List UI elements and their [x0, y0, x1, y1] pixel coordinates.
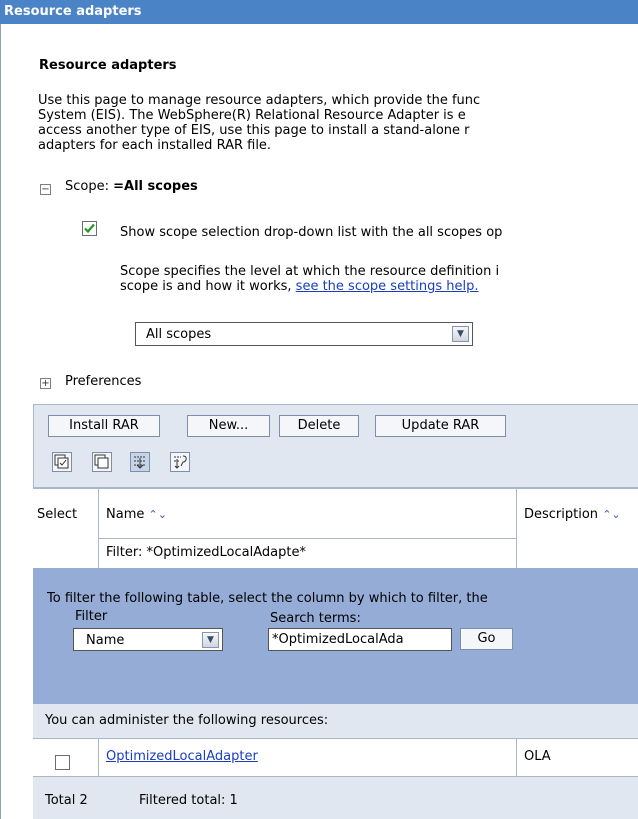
description-line-4: adapters for each installed RAR file. — [38, 138, 272, 153]
description-line-2: System (EIS). The WebSphere(R) Relationa… — [38, 108, 466, 123]
new-button[interactable]: New... — [187, 415, 270, 437]
scope-help-line-1: Scope specifies the level at which the r… — [120, 264, 500, 279]
install-rar-button[interactable]: Install RAR — [48, 415, 160, 437]
show-scope-checkbox[interactable] — [82, 221, 97, 236]
expand-preferences-icon[interactable]: + — [40, 378, 51, 389]
filter-panel: To filter the following table, select th… — [33, 568, 638, 704]
column-divider — [516, 738, 517, 776]
filter-column-value: Name — [86, 633, 125, 648]
scope-value: =All scopes — [113, 179, 198, 194]
filter-column-label: Filter — [75, 609, 108, 624]
scope-row: Scope: =All scopes — [65, 179, 198, 194]
select-all-icon[interactable] — [52, 452, 72, 472]
filter-preferences-icon[interactable] — [170, 452, 190, 472]
scope-help-line-2: scope is and how it works, see the scope… — [120, 279, 479, 294]
search-terms-value: *OptimizedLocalAda — [272, 632, 404, 647]
filter-summary-divider — [98, 538, 516, 539]
delete-button[interactable]: Delete — [279, 415, 359, 437]
name-column-label: Name — [106, 507, 145, 522]
scope-help-link[interactable]: see the scope settings help. — [296, 279, 479, 294]
chevron-down-icon[interactable]: ▼ — [202, 632, 219, 648]
column-divider — [98, 738, 99, 776]
window-title: Resource adapters — [0, 0, 638, 24]
sort-icon[interactable]: ⌃⌄ — [149, 508, 167, 521]
sort-icon[interactable]: ⌃⌄ — [602, 508, 620, 521]
resource-adapter-description: OLA — [524, 749, 551, 764]
search-terms-input[interactable]: *OptimizedLocalAda — [268, 628, 452, 651]
table-toolbar: Install RAR New... Delete Update RAR — [33, 404, 638, 488]
description-column-header[interactable]: Description ⌃⌄ — [524, 507, 621, 522]
table-row-divider — [33, 738, 638, 739]
row-select-checkbox[interactable] — [55, 755, 70, 770]
description-line-1: Use this page to manage resource adapter… — [38, 93, 481, 108]
collapse-scope-icon[interactable]: − — [40, 184, 51, 195]
scope-select-value: All scopes — [146, 327, 212, 342]
total-count: Total 2 — [45, 793, 88, 808]
table-footer: Total 2 Filtered total: 1 — [33, 777, 638, 819]
scope-select[interactable]: All scopes ▼ — [135, 322, 473, 346]
chevron-down-icon[interactable]: ▼ — [452, 326, 469, 342]
description-line-3: access another type of EIS, use this pag… — [38, 123, 470, 138]
checkmark-icon — [84, 223, 95, 234]
description-column-label: Description — [524, 507, 599, 522]
page-heading: Resource adapters — [39, 58, 177, 73]
table-border — [33, 488, 638, 489]
filtered-total-count: Filtered total: 1 — [139, 793, 238, 808]
select-column-header: Select — [37, 507, 78, 522]
filter-column-select[interactable]: Name ▼ — [73, 628, 223, 651]
column-divider — [516, 488, 517, 568]
name-column-header[interactable]: Name ⌃⌄ — [106, 507, 167, 522]
search-terms-label: Search terms: — [270, 611, 361, 626]
show-filter-icon[interactable] — [130, 452, 150, 472]
show-scope-label: Show scope selection drop-down list with… — [120, 225, 503, 240]
go-button[interactable]: Go — [460, 628, 513, 650]
update-rar-button[interactable]: Update RAR — [375, 415, 506, 437]
deselect-all-icon[interactable] — [92, 452, 112, 472]
resource-adapter-link[interactable]: OptimizedLocalAdapter — [106, 749, 258, 764]
administer-text: You can administer the following resourc… — [45, 713, 329, 728]
scope-help-text: scope is and how it works, — [120, 279, 292, 294]
scope-label: Scope: — [65, 179, 109, 194]
column-divider — [98, 488, 99, 568]
preferences-label[interactable]: Preferences — [65, 374, 141, 389]
filter-instruction: To filter the following table, select th… — [47, 591, 488, 606]
administer-row: You can administer the following resourc… — [33, 704, 638, 738]
filter-summary: Filter: *OptimizedLocalAdapte* — [106, 545, 306, 560]
